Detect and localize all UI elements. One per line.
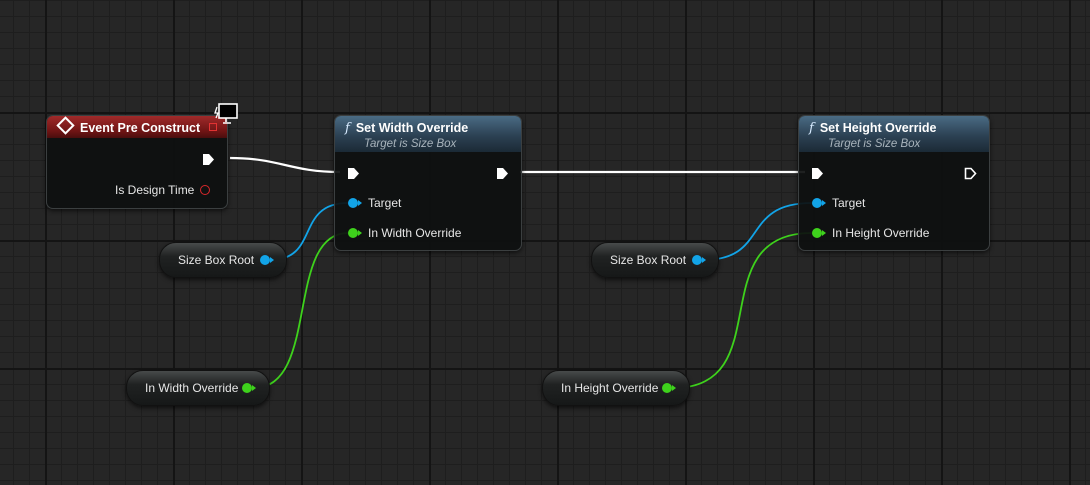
function-node-header: f Set Width Override Target is Size Box (335, 116, 521, 152)
object-output-pin[interactable] (260, 255, 274, 265)
node-subtitle: Target is Size Box (364, 138, 457, 150)
function-f-icon: f (809, 121, 814, 136)
float-output-pin[interactable] (242, 383, 256, 393)
node-subtitle: Target is Size Box (828, 138, 921, 150)
event-diamond-icon (56, 116, 75, 135)
event-pre-construct-node[interactable]: Event Pre Construct Is Design Time (46, 115, 228, 209)
node-title: Set Height Override (819, 121, 937, 135)
height-input-pin[interactable] (812, 228, 826, 238)
function-node-header: f Set Height Override Target is Size Box (799, 116, 989, 152)
variable-node-in-width-override[interactable]: In Width Override (126, 370, 270, 406)
node-title: Set Width Override (355, 121, 469, 135)
variable-node-size-box-root[interactable]: Size Box Root (159, 242, 287, 278)
set-height-override-node[interactable]: f Set Height Override Target is Size Box … (798, 115, 990, 251)
variable-label: Size Box Root (178, 253, 255, 267)
function-f-icon: f (345, 121, 350, 136)
pin-label-in-width-override: In Width Override (368, 226, 462, 240)
variable-label: In Width Override (145, 381, 239, 395)
variable-label: Size Box Root (610, 253, 687, 267)
object-output-pin[interactable] (692, 255, 706, 265)
float-output-pin[interactable] (662, 383, 676, 393)
target-input-pin[interactable] (812, 198, 826, 208)
node-title: Event Pre Construct (80, 121, 201, 135)
target-input-pin[interactable] (348, 198, 362, 208)
pin-label-target: Target (832, 196, 866, 210)
event-node-header: Event Pre Construct (47, 116, 227, 138)
pin-label-in-height-override: In Height Override (832, 226, 930, 240)
set-width-override-node[interactable]: f Set Width Override Target is Size Box T… (334, 115, 522, 251)
pin-label-is-design-time: Is Design Time (115, 183, 195, 197)
object-wire-2 (702, 202, 813, 261)
width-input-pin[interactable] (348, 228, 362, 238)
bool-output-pin[interactable] (200, 185, 210, 195)
exec-wire-1 (229, 156, 341, 174)
monitor-icon (214, 103, 238, 124)
variable-node-size-box-root-2[interactable]: Size Box Root (591, 242, 719, 278)
pin-label-target: Target (368, 196, 402, 210)
variable-label: In Height Override (561, 381, 659, 395)
variable-node-in-height-override[interactable]: In Height Override (542, 370, 690, 406)
